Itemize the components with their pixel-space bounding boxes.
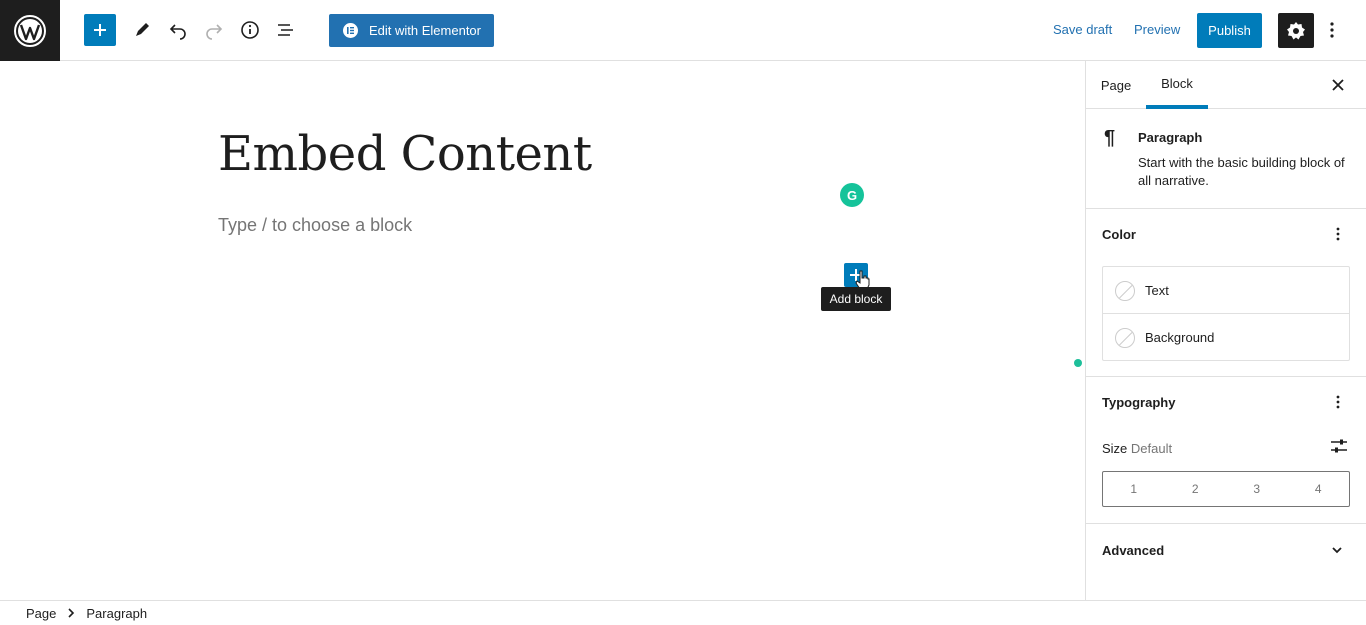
preview-button[interactable]: Preview [1134,22,1180,37]
custom-size-toggle[interactable] [1328,435,1350,457]
font-size-label: Size Default [1102,441,1172,456]
divider [1086,376,1366,377]
wordpress-icon [14,14,46,47]
more-vertical-icon [1336,227,1340,241]
more-vertical-icon [1330,22,1334,38]
redo-icon [206,24,223,40]
undo-button[interactable] [162,14,194,46]
sidebar-tabs: Page Block [1086,61,1366,109]
editor-header: Edit with Elementor Save draft Preview P… [0,0,1366,61]
color-swatch-icon [1115,280,1135,301]
font-size-option-3[interactable]: 3 [1226,472,1288,506]
settings-sidebar: Page Block ¶ Paragraph Start with the ba… [1085,61,1366,600]
divider [1086,523,1366,524]
status-dot [1074,359,1082,367]
font-size-option-1[interactable]: 1 [1103,472,1165,506]
font-size-picker: 1 2 3 4 [1102,471,1350,507]
block-card: ¶ Paragraph Start with the basic buildin… [1086,109,1366,209]
more-vertical-icon [1336,395,1340,409]
size-label-text: Size [1102,441,1128,456]
details-button[interactable] [234,14,266,46]
block-card-title: Paragraph [1138,130,1203,145]
post-title[interactable]: Embed Content [218,126,592,182]
save-draft-button[interactable]: Save draft [1053,22,1112,37]
block-card-description: Start with the basic building block of a… [1138,155,1345,188]
gear-icon [1287,21,1305,39]
font-size-option-2[interactable]: 2 [1165,472,1227,506]
wordpress-logo-button[interactable] [0,0,60,61]
color-panel-title: Color [1102,227,1136,242]
elementor-icon [343,23,358,38]
tab-page[interactable]: Page [1100,61,1132,109]
add-block-tooltip: Add block [821,287,891,311]
color-options-button[interactable] [1327,222,1349,246]
settings-button[interactable] [1278,13,1314,48]
font-size-option-4[interactable]: 4 [1288,472,1350,506]
chevron-down-icon [1332,547,1342,554]
pencil-icon [136,23,149,36]
breadcrumb: Page Paragraph [0,600,1366,625]
close-sidebar-button[interactable] [1326,73,1350,97]
advanced-panel-toggle[interactable]: Advanced [1102,541,1352,565]
text-color-label: Text [1145,283,1169,298]
info-icon [241,21,259,39]
list-view-button[interactable] [270,14,302,46]
undo-icon [169,24,186,40]
edit-with-elementor-label: Edit with Elementor [369,23,481,38]
grammarly-icon[interactable]: G [840,183,864,207]
color-swatch-icon [1115,327,1135,348]
tab-block[interactable]: Block [1146,61,1208,109]
redo-button[interactable] [198,14,230,46]
advanced-panel-title: Advanced [1102,543,1165,558]
typography-panel-title: Typography [1102,395,1176,410]
breadcrumb-item-paragraph[interactable]: Paragraph [86,606,147,621]
background-color-option[interactable]: Background [1103,314,1349,361]
typography-options-button[interactable] [1327,390,1349,414]
chevron-right-icon [68,608,75,618]
tools-button[interactable] [126,14,158,46]
background-color-label: Background [1145,330,1215,345]
plus-icon [94,24,106,36]
close-icon [1332,79,1344,91]
publish-button[interactable]: Publish [1197,13,1262,48]
paragraph-icon: ¶ [1104,127,1116,149]
text-color-option[interactable]: Text [1103,267,1349,314]
list-view-icon [278,24,293,36]
color-settings-group: Text Background [1102,266,1350,361]
paragraph-block-placeholder[interactable]: Type / to choose a block [218,215,412,236]
size-value-text: Default [1130,441,1173,456]
sliders-icon [1331,439,1347,453]
block-inserter-button[interactable] [84,14,116,46]
breadcrumb-item-page[interactable]: Page [26,606,56,621]
edit-with-elementor-button[interactable]: Edit with Elementor [329,14,494,47]
editor-canvas: Embed Content Type / to choose a block G… [0,61,1085,600]
options-menu-button[interactable] [1322,14,1342,46]
